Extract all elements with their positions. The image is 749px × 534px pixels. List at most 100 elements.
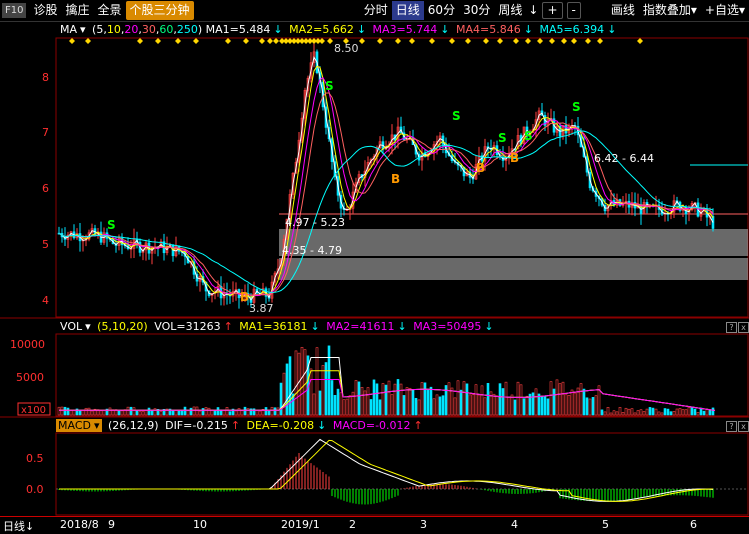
diamond-marker	[513, 38, 519, 44]
volume-bar	[414, 397, 418, 416]
volume-bar	[690, 406, 694, 416]
volume-bar	[390, 394, 394, 416]
volume-bar	[402, 395, 406, 416]
volume-bar	[177, 410, 181, 416]
volume-bar	[474, 384, 478, 416]
volume-bar	[243, 406, 247, 416]
diamond-marker	[429, 38, 435, 44]
date-2018-8: 2018/8	[60, 518, 99, 531]
volume-bar	[273, 407, 277, 416]
volume-bar	[657, 411, 661, 416]
volume-bar	[270, 406, 274, 416]
range-box-lower	[279, 258, 748, 280]
volume-bar	[393, 383, 397, 416]
volume-bar	[294, 350, 298, 416]
diamond-marker	[85, 38, 91, 44]
volume-bar	[429, 386, 433, 416]
volume-bar	[525, 395, 529, 416]
volume-bar	[408, 387, 412, 416]
volume-bar	[147, 407, 151, 416]
volume-bar	[81, 409, 85, 416]
volume-bar	[645, 408, 649, 416]
volume-bar	[87, 407, 91, 416]
buy-signal: B	[510, 151, 519, 165]
macd-panel-frame	[55, 432, 749, 516]
volume-bar	[108, 407, 112, 416]
volume-bar	[621, 412, 625, 416]
sell-signal: S	[498, 131, 507, 145]
volume-bar	[432, 398, 436, 416]
volume-bar	[240, 410, 244, 416]
volume-bar	[309, 368, 313, 416]
volume-bar	[117, 410, 121, 416]
volume-bar	[435, 394, 439, 416]
volume-bar	[84, 407, 88, 416]
macd-series	[56, 438, 748, 505]
volume-bar	[453, 397, 457, 416]
volume-bar	[624, 407, 628, 416]
diamond-marker	[497, 38, 503, 44]
volume-bar	[60, 406, 64, 416]
volume-bar	[216, 407, 220, 416]
volume-bar	[687, 406, 691, 416]
volume-bar	[153, 408, 157, 416]
vol-tick-10000: 10000	[10, 338, 45, 351]
volume-bar	[705, 408, 709, 416]
volume-bar	[501, 388, 505, 416]
diamond-marker	[359, 38, 365, 44]
volume-bar	[360, 386, 364, 416]
volume-bar	[582, 388, 586, 416]
volume-bar	[510, 394, 514, 416]
diamond-marker	[409, 38, 415, 44]
kline-chart[interactable]: SSSS SSBBBB 8 7 6 5 4 10000 5000 x100 0.5…	[0, 0, 749, 516]
volume-bar	[549, 381, 553, 416]
volume-bar	[606, 406, 610, 416]
volume-bar	[471, 394, 475, 416]
diamond-marker	[319, 38, 325, 44]
volume-bar	[630, 408, 634, 416]
volume-bar	[132, 407, 136, 416]
volume-bar	[264, 407, 268, 416]
volume-bar	[486, 383, 490, 416]
volume-bar	[588, 398, 592, 416]
volume-bar	[207, 407, 211, 416]
buy-signal: B	[391, 172, 400, 186]
volume-bar	[708, 410, 712, 416]
volume-bar	[174, 410, 178, 416]
volume-bar	[399, 383, 403, 416]
volume-bar	[654, 408, 658, 416]
volume-bar	[519, 384, 523, 416]
volume-bar	[468, 394, 472, 416]
volume-bar	[534, 388, 538, 416]
volume-bar	[234, 410, 238, 416]
volume-bar	[171, 410, 175, 416]
volume-bar	[627, 408, 631, 416]
volume-bar	[180, 410, 184, 416]
low-price-label: 3.87	[249, 302, 274, 315]
volume-bar	[405, 387, 409, 416]
diamond-marker	[449, 38, 455, 44]
volume-bar	[159, 411, 163, 416]
volume-bar	[492, 393, 496, 416]
volume-bar	[300, 346, 304, 416]
sell-signal: S	[524, 129, 533, 143]
volume-bar	[696, 412, 700, 416]
volume-bar	[666, 408, 670, 416]
volume-bar	[678, 408, 682, 416]
volume-bar	[387, 380, 391, 416]
period-selector[interactable]: 日线↓	[3, 518, 34, 534]
date-axis-bar: 日线↓ 2018/8 9 10 2019/1 2 3 4 5 6	[0, 516, 749, 534]
volume-bar	[573, 392, 577, 416]
volume-bar	[426, 389, 430, 416]
volume-bar	[279, 382, 283, 416]
volume-bar	[417, 399, 421, 416]
volume-bar	[66, 407, 70, 416]
vol-tick-5000: 5000	[16, 371, 44, 384]
volume-bar	[348, 395, 352, 416]
volume-bar	[204, 407, 208, 416]
volume-bar	[648, 407, 652, 416]
volume-bar	[570, 389, 574, 416]
volume-bar	[465, 383, 469, 416]
diamond-marker	[69, 38, 75, 44]
volume-bar	[228, 411, 232, 416]
